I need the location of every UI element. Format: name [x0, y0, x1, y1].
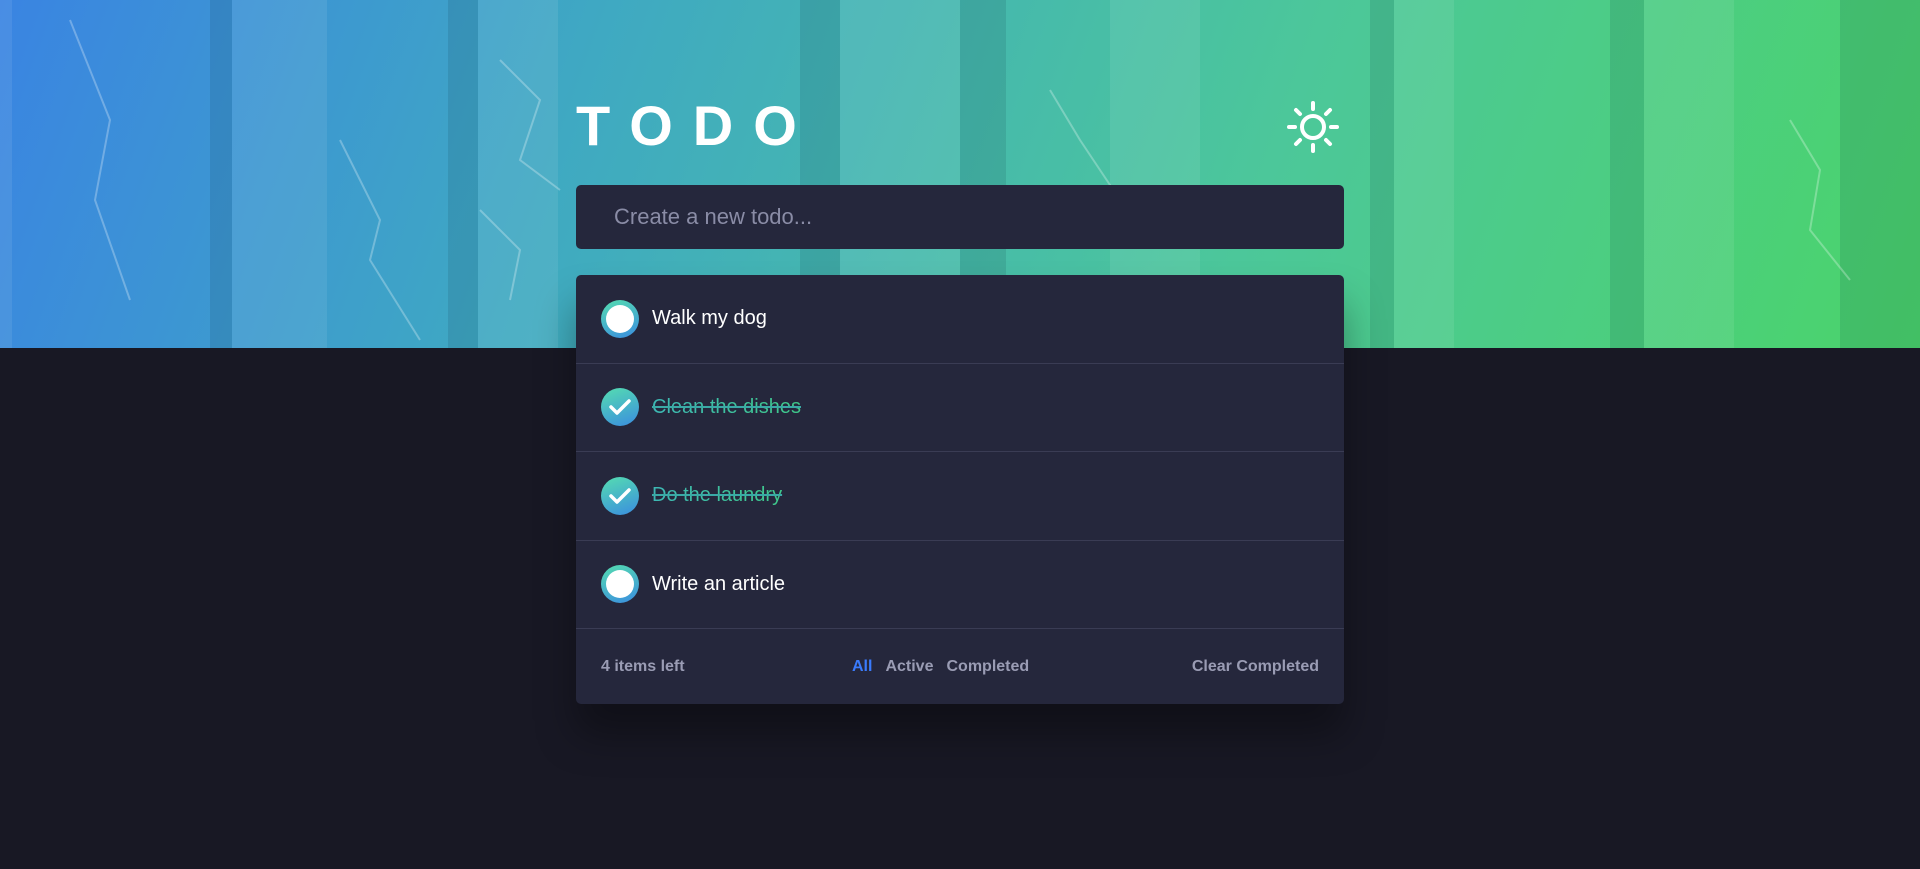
- todo-checkbox[interactable]: [601, 565, 639, 604]
- checkmark-icon: [609, 399, 631, 415]
- todo-label: Walk my dog: [652, 307, 767, 330]
- clear-completed-button[interactable]: Clear Completed: [1192, 658, 1319, 676]
- todo-item[interactable]: Do the laundry: [576, 452, 1344, 541]
- todo-label: Do the laundry: [652, 484, 783, 507]
- todo-item[interactable]: Walk my dog: [576, 275, 1344, 364]
- filter-completed[interactable]: Completed: [946, 658, 1029, 676]
- filter-active[interactable]: Active: [885, 658, 933, 676]
- todo-footer: 4 items left All Active Completed Clear …: [576, 629, 1344, 704]
- todo-item[interactable]: Clean the dishes: [576, 364, 1344, 452]
- todo-item[interactable]: Write an article: [576, 541, 1344, 629]
- todo-checkbox[interactable]: [601, 299, 639, 338]
- todo-checkbox[interactable]: [601, 388, 639, 427]
- new-todo-field[interactable]: [576, 185, 1344, 249]
- unchecked-circle-icon: [606, 570, 634, 599]
- header: TODO: [576, 90, 1344, 162]
- filter-all[interactable]: All: [852, 658, 872, 676]
- new-todo-input[interactable]: [614, 185, 1344, 249]
- unchecked-circle-icon: [606, 304, 634, 333]
- app-title: TODO: [576, 94, 817, 157]
- sun-icon: [1287, 101, 1339, 153]
- filter-group: All Active Completed: [852, 658, 1029, 676]
- theme-toggle-button[interactable]: [1286, 100, 1340, 154]
- todo-checkbox[interactable]: [601, 476, 639, 515]
- todo-label: Clean the dishes: [652, 395, 801, 418]
- todo-label: Write an article: [652, 572, 786, 595]
- items-left-count: 4 items left: [601, 657, 685, 675]
- todo-list: Walk my dog Clean the dishes Do the laun…: [576, 275, 1344, 704]
- checkmark-icon: [609, 488, 631, 504]
